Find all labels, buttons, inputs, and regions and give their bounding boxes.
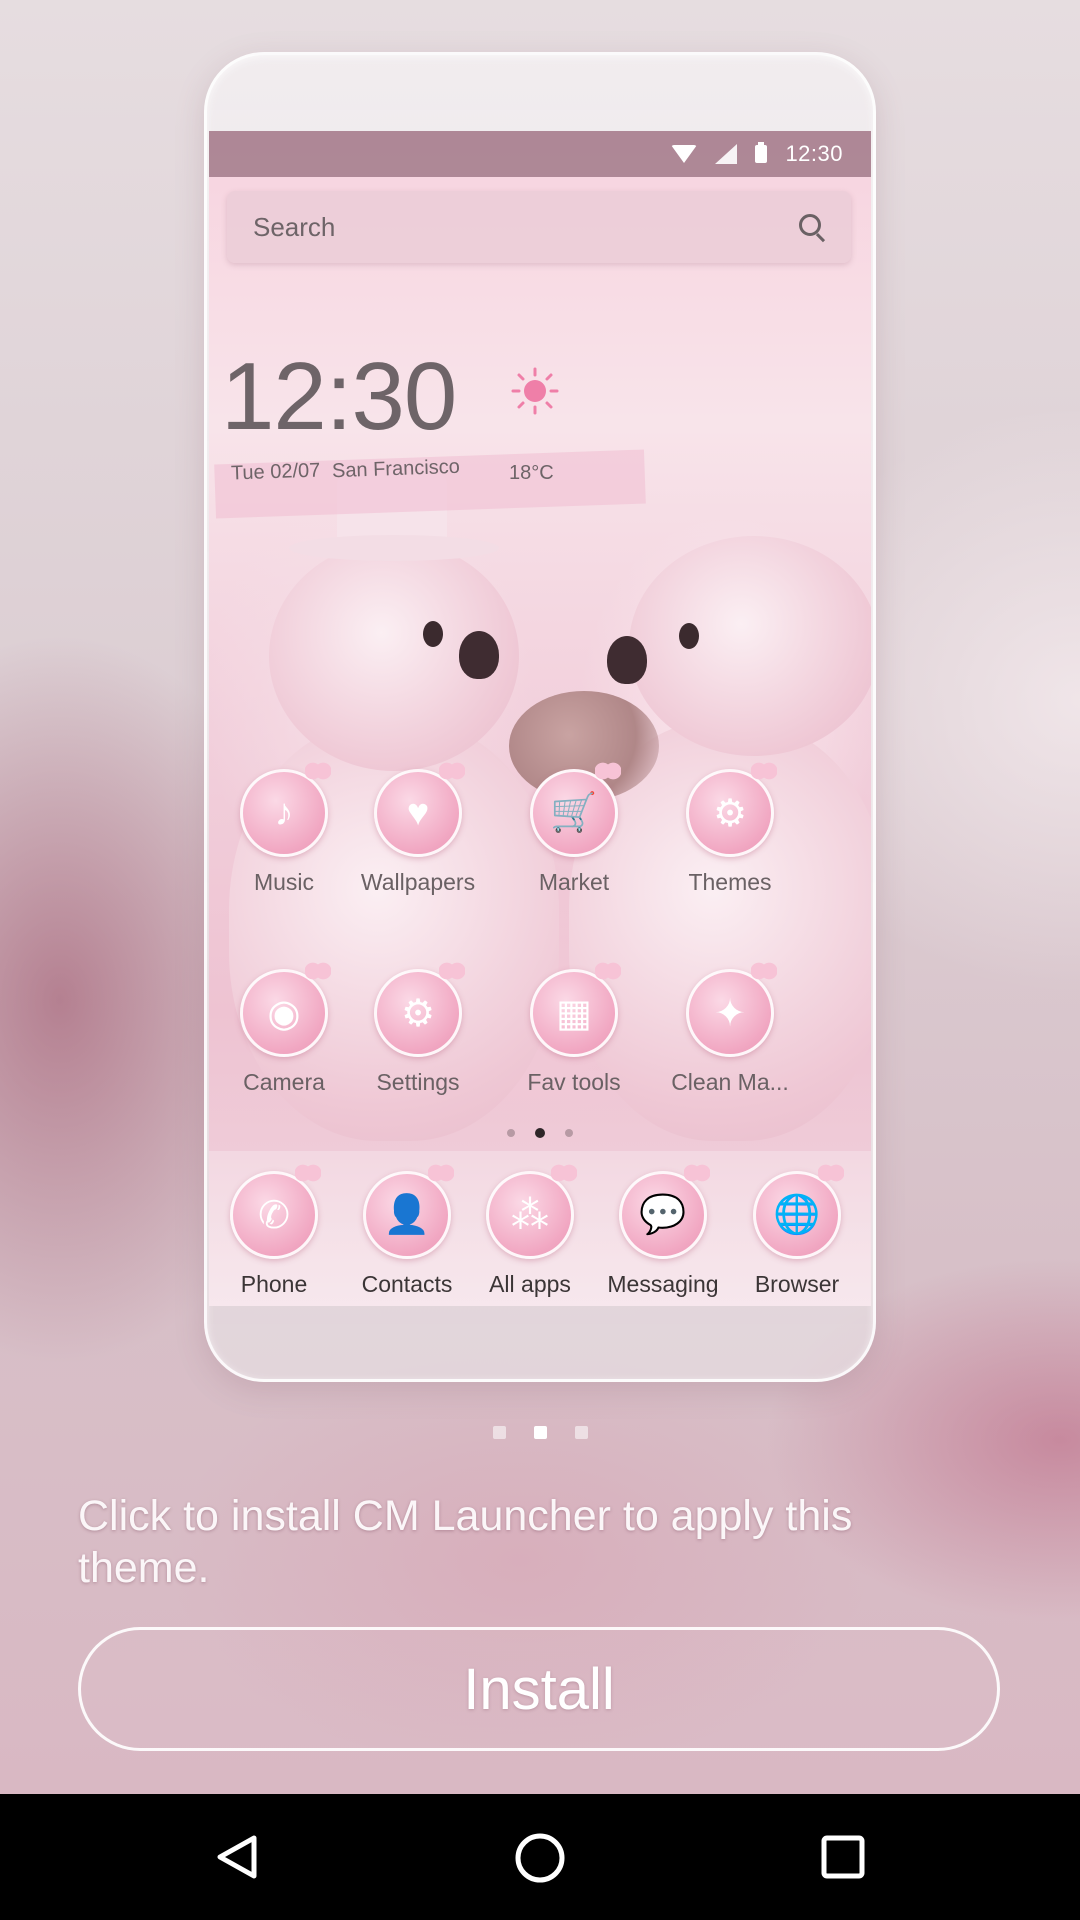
- home-page-indicator: [209, 1128, 871, 1138]
- dock-label: Phone: [240, 1271, 308, 1297]
- app-label: Clean Ma...: [671, 1069, 789, 1095]
- dock-label: Messaging: [607, 1271, 719, 1297]
- broom-icon: ✦: [686, 962, 777, 1057]
- page-dot: [565, 1129, 573, 1137]
- app-wallpapers: ♥ Wallpapers: [343, 762, 493, 896]
- carousel-dot-active[interactable]: [533, 1426, 547, 1439]
- globe-icon: 🌐: [753, 1164, 844, 1259]
- gear-icon: ⚙: [374, 962, 465, 1057]
- dock-messaging: 💬 Messaging: [593, 1164, 733, 1298]
- install-button[interactable]: Install: [78, 1627, 1000, 1751]
- app-label: Camera: [243, 1069, 325, 1095]
- clock-time: 12:30: [221, 343, 457, 450]
- status-bar: 12:30: [209, 131, 871, 177]
- app-music: ♪ Music: [209, 762, 359, 896]
- heart-icon: ♥: [374, 762, 465, 857]
- dock-label: Browser: [754, 1271, 840, 1297]
- music-icon: ♪: [240, 762, 331, 857]
- bear-nose: [607, 636, 647, 684]
- home-icon[interactable]: [514, 1832, 566, 1884]
- gear-icon: ⚙: [686, 762, 777, 857]
- preview-search-bar: Search: [227, 191, 851, 263]
- back-icon[interactable]: [214, 1834, 260, 1880]
- app-themes: ⚙ Themes: [655, 762, 805, 896]
- person-icon: 👤: [363, 1164, 454, 1259]
- bear-eye: [423, 621, 443, 647]
- phone-icon: ✆: [230, 1164, 321, 1259]
- app-settings: ⚙ Settings: [343, 962, 493, 1096]
- page-dot-active: [535, 1128, 545, 1138]
- navigation-bar: [0, 1794, 1080, 1920]
- app-label: Fav tools: [527, 1069, 621, 1095]
- page-dot: [507, 1129, 515, 1137]
- app-label: Themes: [688, 869, 772, 895]
- dock-label: Contacts: [361, 1271, 453, 1297]
- app-label: Market: [538, 869, 610, 895]
- bear-nose: [459, 631, 499, 679]
- app-fav-tools: ▦ Fav tools: [499, 962, 649, 1096]
- dock-all-apps: ⁂ All apps: [470, 1164, 590, 1298]
- theme-preview-screen: 12:30 Search 12:30 Tue 02/07 San Francis…: [209, 131, 871, 1306]
- recents-icon[interactable]: [820, 1834, 866, 1880]
- camera-icon: ◉: [240, 962, 331, 1057]
- top-hat-brim: [289, 535, 499, 561]
- dock-contacts: 👤 Contacts: [342, 1164, 472, 1298]
- app-label: Wallpapers: [360, 869, 476, 895]
- search-icon: [799, 214, 825, 240]
- dock-phone: ✆ Phone: [214, 1164, 334, 1298]
- carousel-dot[interactable]: [492, 1426, 506, 1439]
- wifi-icon: [671, 145, 698, 163]
- app-label: Music: [253, 869, 315, 895]
- app-clean-master: ✦ Clean Ma...: [655, 962, 805, 1096]
- search-placeholder: Search: [253, 211, 336, 242]
- dock-browser: 🌐 Browser: [732, 1164, 862, 1298]
- cart-icon: 🛒: [530, 762, 621, 857]
- grid-icon: ⁂: [486, 1164, 577, 1259]
- chat-icon: 💬: [619, 1164, 710, 1259]
- clock-city: San Francisco: [331, 455, 461, 483]
- app-market: 🛒 Market: [499, 762, 649, 896]
- sun-icon: [511, 367, 559, 415]
- carousel-indicator[interactable]: [0, 1426, 1080, 1439]
- dock-label: All apps: [489, 1271, 571, 1297]
- tools-icon: ▦: [530, 962, 621, 1057]
- clock-date: Tue 02/07: [230, 459, 321, 485]
- status-time: 12:30: [785, 141, 843, 166]
- battery-icon: [755, 142, 768, 163]
- carousel-dot[interactable]: [574, 1426, 588, 1439]
- signal-icon: [715, 144, 738, 164]
- app-label: Settings: [376, 1069, 460, 1095]
- app-camera: ◉ Camera: [209, 962, 359, 1096]
- install-prompt-text: Click to install CM Launcher to apply th…: [78, 1492, 853, 1592]
- clock-temperature: 18°C: [509, 462, 554, 484]
- bear-eye: [679, 623, 699, 649]
- bear-right-head: [629, 536, 871, 756]
